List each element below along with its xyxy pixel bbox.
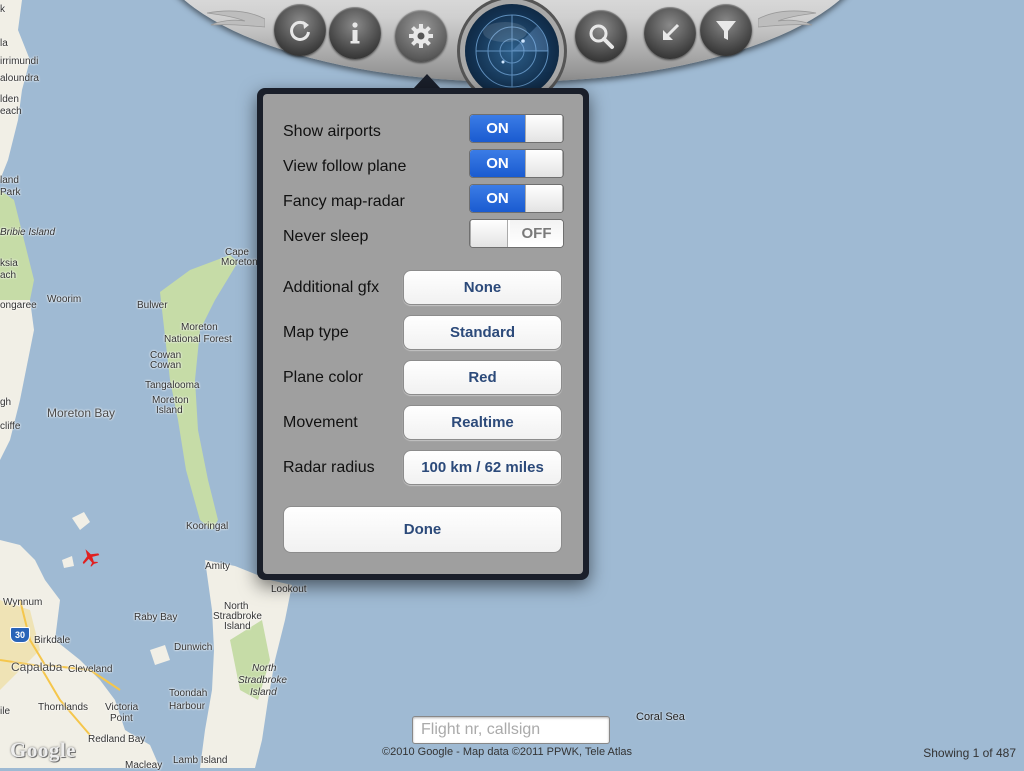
map-label: Harbour — [169, 701, 206, 712]
map-label: Park — [0, 187, 21, 198]
map-label: Island — [224, 621, 251, 632]
never-sleep-toggle[interactable]: OFF — [469, 219, 564, 248]
toggle-knob — [525, 185, 563, 212]
map-label: National Forest — [164, 334, 232, 345]
map-label: Tangalooma — [145, 380, 200, 391]
map-label: Macleay — [125, 760, 163, 771]
toggle-state: ON — [470, 185, 525, 212]
show-airports-label: Show airports — [283, 123, 381, 140]
map-label: Island — [156, 405, 183, 416]
plane-color-button[interactable]: Red — [403, 360, 562, 395]
magnifier-icon — [589, 24, 614, 49]
view-follow-plane-label: View follow plane — [283, 158, 407, 175]
map-label: ongaree — [0, 300, 37, 311]
map-label: Wynnum — [3, 597, 43, 608]
fancy-map-radar-label: Fancy map-radar — [283, 193, 405, 210]
toggle-state: ON — [470, 115, 525, 142]
additional-gfx-button[interactable]: None — [403, 270, 562, 305]
right-wing-icon — [758, 10, 817, 28]
map-label: Lookout — [271, 584, 307, 595]
map-label: Coral Sea — [636, 711, 685, 723]
filter-button[interactable] — [700, 4, 752, 56]
map-label: gh — [0, 397, 12, 408]
map-label: Redland Bay — [88, 734, 146, 745]
map-label: aloundra — [0, 73, 39, 84]
map-label: ach — [0, 270, 17, 281]
map-label: Victoria — [105, 702, 139, 713]
map-label: cliffe — [0, 421, 21, 432]
toggle-knob — [525, 115, 563, 142]
map-type-button[interactable]: Standard — [403, 315, 562, 350]
refresh-button[interactable] — [274, 4, 326, 56]
map-label: la — [0, 38, 8, 49]
toggle-state: OFF — [510, 220, 563, 247]
map-label: Dunwich — [174, 642, 213, 653]
arrow-collapse-icon — [663, 23, 680, 40]
map-copyright: ©2010 Google - Map data ©2011 PPWK, Tele… — [382, 746, 633, 758]
flight-count: Showing 1 of 487 — [923, 746, 1016, 760]
map-label: each — [0, 106, 22, 117]
map-label: Moreton — [221, 257, 258, 268]
radar-button[interactable] — [465, 4, 559, 98]
collapse-button[interactable] — [644, 7, 696, 59]
view-follow-plane-toggle[interactable]: ON — [469, 149, 564, 178]
map-label: Thornlands — [38, 702, 89, 713]
info-button[interactable] — [329, 7, 381, 59]
map-label: lden — [0, 94, 19, 105]
toggle-knob — [525, 150, 563, 177]
map-label: Woorim — [47, 294, 82, 305]
info-icon — [350, 22, 360, 44]
radar-radius-button[interactable]: 100 km / 62 miles — [403, 450, 562, 485]
settings-button[interactable] — [395, 10, 447, 62]
map-label: Moreton Bay — [47, 406, 116, 420]
never-sleep-label: Never sleep — [283, 228, 369, 245]
flight-search-input[interactable] — [412, 716, 610, 744]
movement-label: Movement — [283, 414, 358, 431]
map-label: Island — [250, 687, 277, 698]
filter-icon — [716, 21, 736, 40]
radar-radius-label: Radar radius — [283, 459, 375, 476]
map-label: Bulwer — [137, 300, 168, 311]
google-logo: Google — [10, 738, 76, 762]
radar-icon — [475, 14, 549, 88]
map-label: Capalaba — [11, 660, 63, 674]
refresh-icon — [290, 20, 310, 41]
map-label: Point — [110, 713, 133, 724]
map-label: land — [0, 175, 19, 186]
map-label: Moreton — [181, 322, 218, 333]
map-label: North — [252, 663, 277, 674]
plane-color-label: Plane color — [283, 369, 364, 386]
map-label: Cowan — [150, 360, 182, 371]
map-label: k — [0, 4, 5, 15]
search-button[interactable] — [575, 10, 627, 62]
movement-button[interactable]: Realtime — [403, 405, 562, 440]
gear-icon — [409, 24, 433, 48]
done-button[interactable]: Done — [283, 506, 562, 553]
map-type-label: Map type — [283, 324, 349, 341]
map-label: Kooringal — [186, 521, 229, 532]
map-label: Lamb Island — [173, 755, 228, 766]
left-wing-icon — [206, 10, 265, 28]
map-label: Cleveland — [68, 664, 113, 675]
popover-arrow — [413, 74, 441, 89]
toggle-state: ON — [470, 150, 525, 177]
map-label: Amity — [205, 561, 230, 572]
map-label: Stradbroke — [238, 675, 287, 686]
show-airports-toggle[interactable]: ON — [469, 114, 564, 143]
toggle-knob — [470, 220, 508, 247]
map-label: ksia — [0, 258, 18, 269]
additional-gfx-label: Additional gfx — [283, 279, 380, 296]
road-shield: 30 — [10, 627, 30, 643]
plane-icon[interactable] — [78, 545, 103, 570]
map-label: irrimundi — [0, 56, 39, 67]
map-label: Birkdale — [34, 635, 71, 646]
map-label: Toondah — [169, 688, 208, 699]
map-label: Bribie Island — [0, 227, 56, 238]
map-label: ile — [0, 706, 11, 717]
fancy-map-radar-toggle[interactable]: ON — [469, 184, 564, 213]
map-label: Raby Bay — [134, 612, 178, 623]
